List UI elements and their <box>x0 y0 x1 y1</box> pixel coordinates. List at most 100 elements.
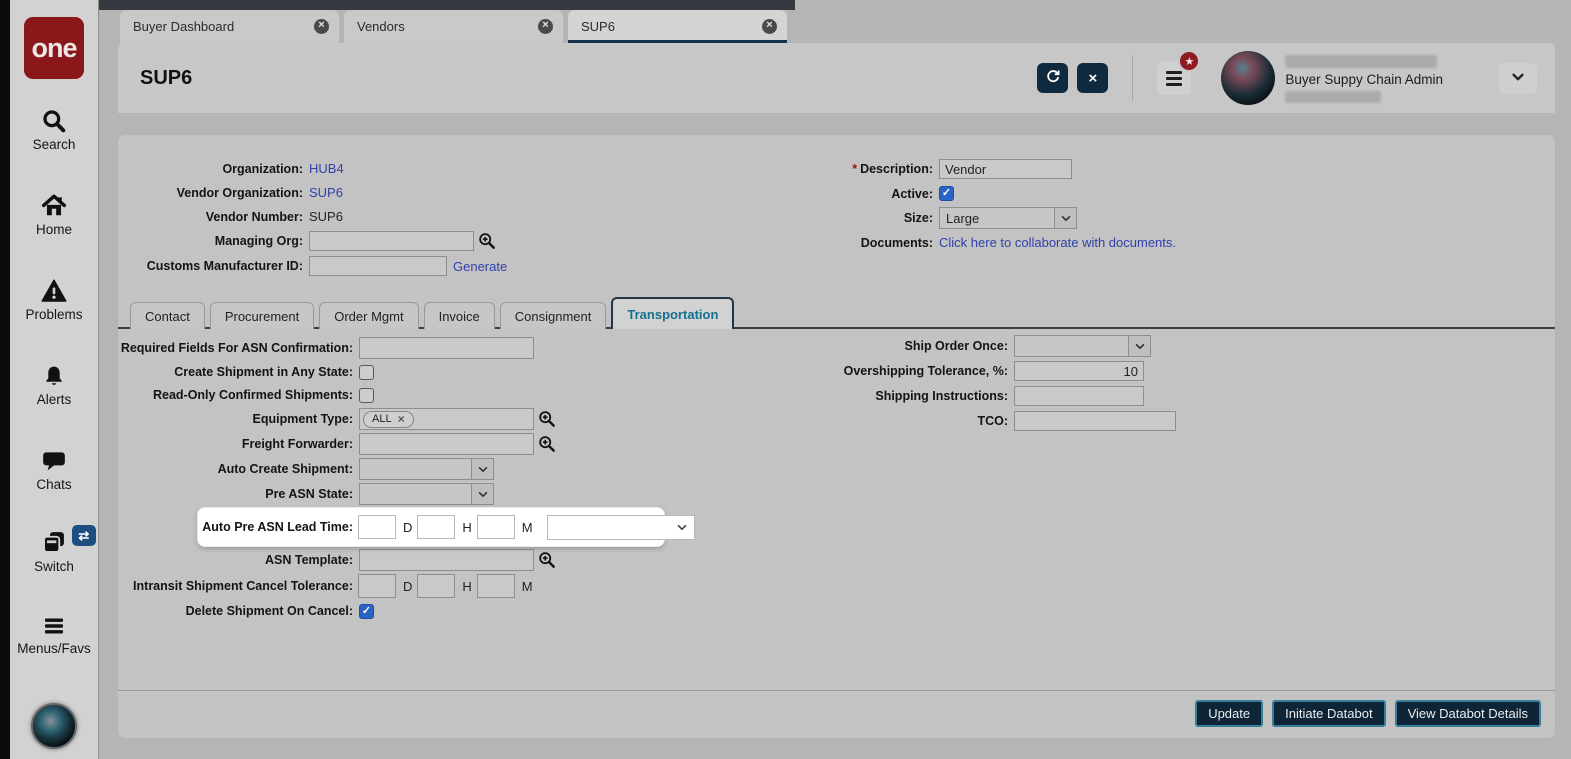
refresh-button[interactable] <box>1037 63 1069 93</box>
required-mark: * <box>852 162 858 176</box>
header-divider <box>1132 55 1134 101</box>
header-menu-button[interactable]: ★ <box>1157 50 1201 95</box>
intransit-hours-input[interactable] <box>417 574 456 598</box>
lead-time-days-input[interactable] <box>358 515 396 539</box>
user-info: Buyer Suppy Chain Admin <box>1285 53 1443 103</box>
lookup-magnifier-icon[interactable] <box>538 551 556 569</box>
tab-procurement[interactable]: Procurement <box>209 302 315 329</box>
documents-collaborate-link[interactable]: Click here to collaborate with documents… <box>939 235 1176 250</box>
tab-order-mgmt[interactable]: Order Mgmt <box>319 302 419 329</box>
sidebar-item-alerts[interactable]: Alerts <box>37 362 71 407</box>
required-fields-asn-input[interactable] <box>359 337 534 359</box>
lead-time-uom-select[interactable] <box>546 514 695 540</box>
field-ship-order-once: Ship Order Once: <box>690 334 1176 358</box>
intransit-minutes-input[interactable] <box>476 574 515 598</box>
search-icon <box>41 107 67 134</box>
sidebar-item-switch[interactable]: ⇄ Switch <box>34 525 96 574</box>
main-area: Buyer Dashboard × Vendors × SUP6 × SUP6 … <box>100 0 1571 759</box>
close-icon: × <box>1088 69 1098 87</box>
close-icon[interactable]: × <box>538 19 553 34</box>
size-select[interactable]: Large <box>939 207 1077 229</box>
view-databot-details-button[interactable]: View Databot Details <box>1394 700 1541 727</box>
field-label: Auto Create Shipment: <box>217 462 353 476</box>
ship-order-once-select[interactable] <box>1014 335 1151 357</box>
field-create-shipment-any-state: Create Shipment in Any State: <box>118 361 695 383</box>
vendor-organization-link[interactable]: SUP6 <box>309 185 343 200</box>
overshipping-tolerance-input[interactable] <box>1014 361 1144 381</box>
active-checkbox[interactable]: ✓ <box>939 186 954 201</box>
footer-actions: Update Initiate Databot View Databot Det… <box>1195 700 1541 727</box>
tab-vendors[interactable]: Vendors × <box>344 10 563 43</box>
unit-days-label: D <box>403 519 413 535</box>
redacted-user-org <box>1285 91 1382 103</box>
sidebar-item-chats[interactable]: Chats <box>36 447 72 492</box>
sidebar-item-menus-favs[interactable]: Menus/Favs <box>17 611 91 656</box>
sidebar-item-home[interactable]: Home <box>36 192 72 237</box>
initiate-databot-button[interactable]: Initiate Databot <box>1272 700 1386 727</box>
asn-template-input[interactable] <box>359 549 534 571</box>
section-tab-bar: Contact Procurement Order Mgmt Invoice C… <box>130 297 735 329</box>
unit-minutes-label: M <box>521 578 533 594</box>
switch-context-badge[interactable]: ⇄ <box>71 525 96 546</box>
assistant-avatar[interactable] <box>31 703 77 749</box>
tab-sup6[interactable]: SUP6 × <box>568 10 787 43</box>
one-logo[interactable]: one <box>24 17 84 79</box>
freight-forwarder-input[interactable] <box>359 433 534 455</box>
field-organization: Organization: HUB4 <box>118 157 507 180</box>
lead-time-minutes-input[interactable] <box>476 515 515 539</box>
user-menu-button[interactable] <box>1499 62 1537 94</box>
field-label: Intransit Shipment Cancel Tolerance: <box>133 579 353 593</box>
refresh-icon <box>1045 68 1061 88</box>
unit-days-label: D <box>403 578 413 594</box>
field-label: Managing Org: <box>214 234 303 248</box>
create-shipment-any-state-checkbox[interactable] <box>359 364 374 380</box>
update-button[interactable]: Update <box>1195 700 1264 727</box>
pre-asn-state-select[interactable] <box>359 483 494 505</box>
description-input[interactable] <box>939 159 1072 179</box>
user-avatar[interactable] <box>1221 51 1276 105</box>
unit-hours-label: H <box>462 578 472 594</box>
tab-transportation[interactable]: Transportation <box>611 297 735 329</box>
auto-create-shipment-select[interactable] <box>359 458 494 480</box>
close-record-button[interactable]: × <box>1077 63 1109 93</box>
lookup-magnifier-icon[interactable] <box>478 232 496 250</box>
lookup-magnifier-icon[interactable] <box>538 435 556 453</box>
field-label: Size: <box>903 211 933 225</box>
close-icon[interactable]: × <box>762 19 777 34</box>
field-customs-manufacturer-id: Customs Manufacturer ID: Generate <box>118 254 507 278</box>
read-only-confirmed-checkbox[interactable] <box>359 387 374 403</box>
tab-invoice[interactable]: Invoice <box>423 302 495 329</box>
tab-label: Buyer Dashboard <box>133 19 235 34</box>
tab-buyer-dashboard[interactable]: Buyer Dashboard × <box>120 10 339 43</box>
field-label: Vendor Organization: <box>176 185 303 200</box>
lookup-magnifier-icon[interactable] <box>538 410 556 428</box>
delete-shipment-on-cancel-checkbox[interactable]: ✓ <box>359 603 374 619</box>
field-label: Overshipping Tolerance, %: <box>843 364 1008 378</box>
sidebar-item-search[interactable]: Search <box>33 107 75 152</box>
sidebar-item-label: Problems <box>25 307 83 322</box>
customs-manufacturer-id-input[interactable] <box>309 256 447 276</box>
field-auto-create-shipment: Auto Create Shipment: <box>118 457 695 481</box>
field-auto-pre-asn-lead-time-highlighted: Auto Pre ASN Lead Time: D H M <box>118 508 695 546</box>
shipping-instructions-input[interactable] <box>1014 386 1144 406</box>
generate-link[interactable]: Generate <box>453 259 507 274</box>
field-required-fields-asn: Required Fields For ASN Confirmation: <box>118 336 695 360</box>
tco-input[interactable] <box>1014 411 1176 431</box>
organization-link[interactable]: HUB4 <box>309 161 344 176</box>
field-asn-template: ASN Template: <box>118 548 695 572</box>
chevron-down-icon <box>471 484 493 504</box>
intransit-days-input[interactable] <box>358 574 396 598</box>
close-icon[interactable]: × <box>314 19 329 34</box>
tab-contact[interactable]: Contact <box>130 302 205 329</box>
remove-tag-icon[interactable]: × <box>398 412 405 426</box>
lead-time-hours-input[interactable] <box>417 515 456 539</box>
field-label: Documents: <box>860 235 933 250</box>
tab-consignment[interactable]: Consignment <box>499 302 607 329</box>
field-size: Size: Large <box>688 206 1176 230</box>
general-right-column: * Description: Active: ✓ Size: Large <box>688 157 1176 255</box>
equipment-type-input[interactable]: ALL × <box>359 408 534 430</box>
managing-org-input[interactable] <box>309 231 474 251</box>
field-tco: TCO: <box>690 409 1176 433</box>
field-pre-asn-state: Pre ASN State: <box>118 482 695 506</box>
sidebar-item-problems[interactable]: Problems <box>25 277 83 322</box>
